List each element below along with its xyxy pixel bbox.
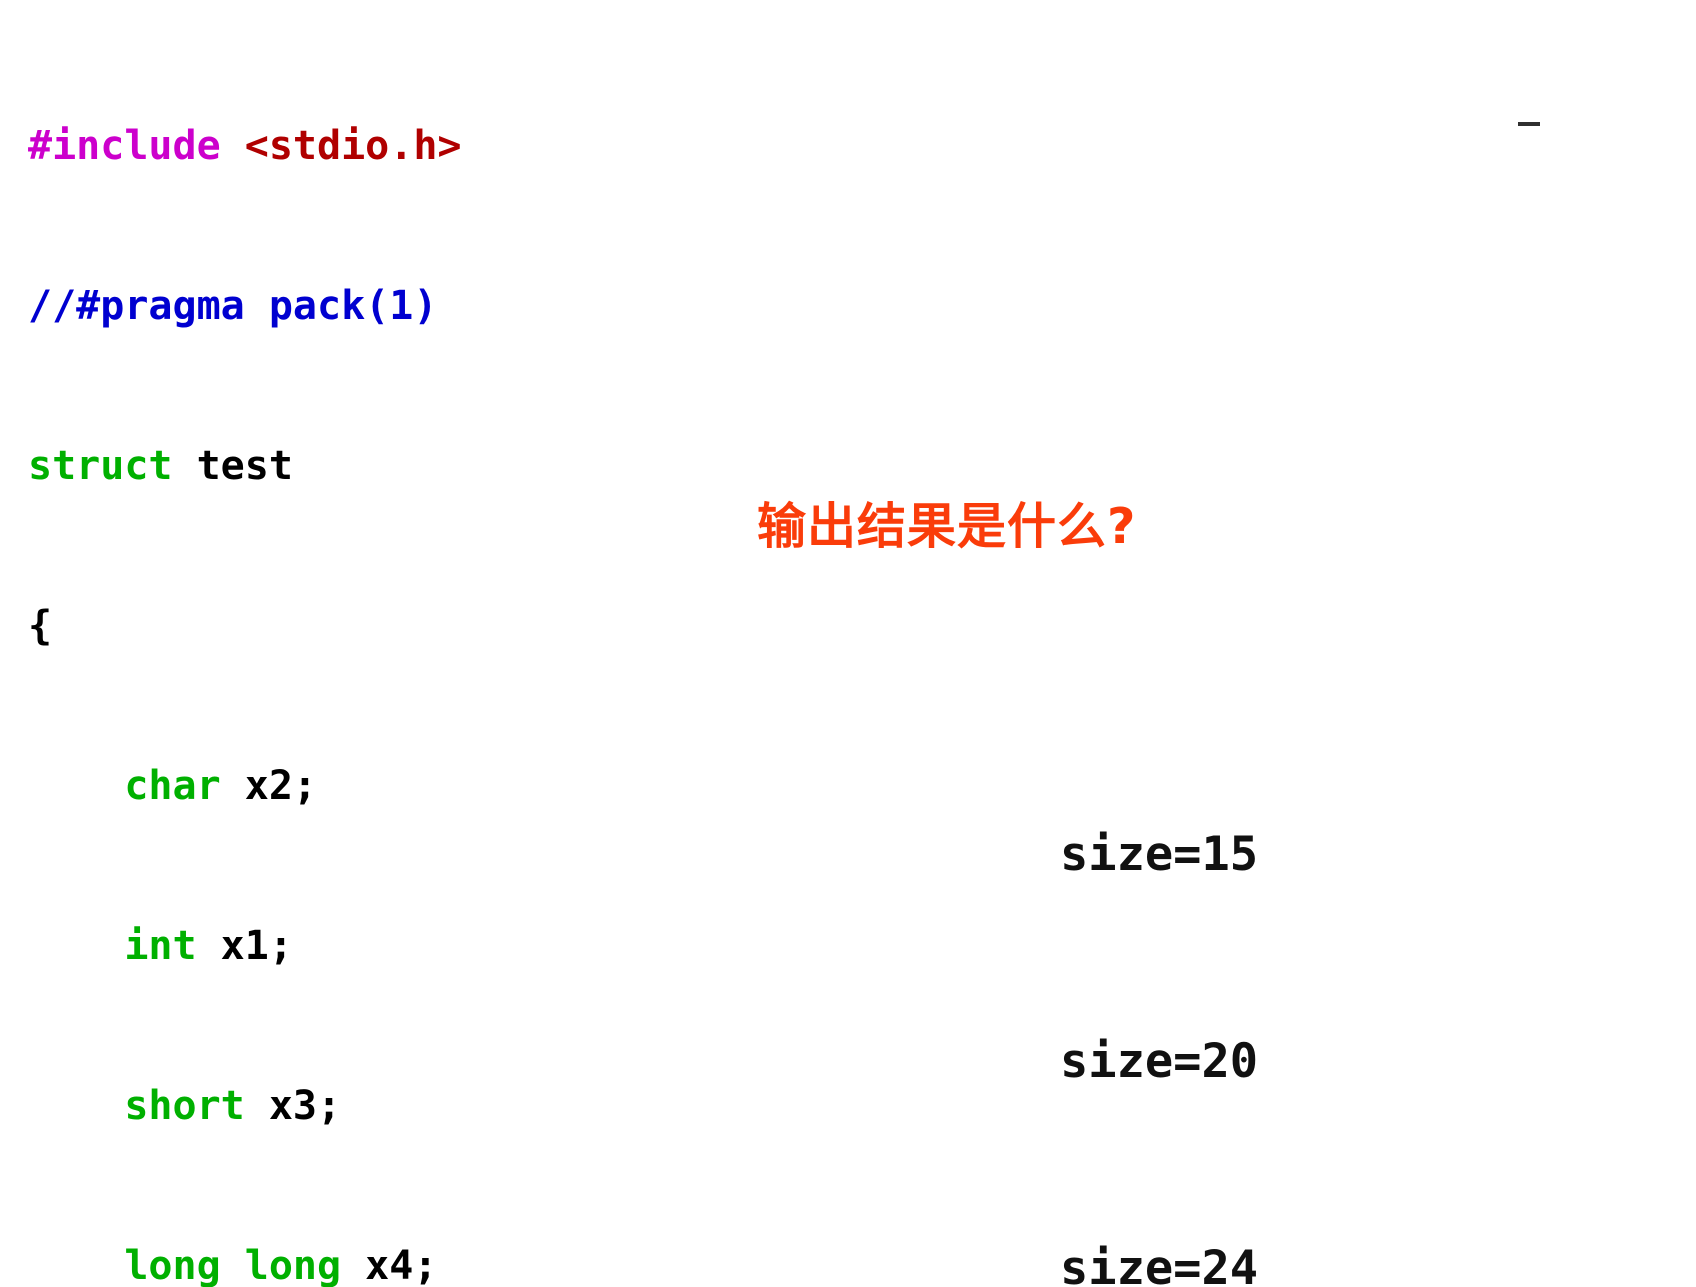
struct-name-test-token: test	[196, 443, 293, 489]
keyword-char-token: char	[124, 763, 221, 809]
code-line: #include <stdio.h>	[28, 126, 1528, 166]
keyword-long-token: long	[244, 1243, 342, 1287]
keyword-long-token: long	[124, 1243, 221, 1287]
code-listing: #include <stdio.h> //#pragma pack(1) str…	[28, 6, 1528, 1287]
code-line: struct test	[28, 446, 1528, 486]
code-line: char x2;	[28, 766, 1528, 806]
output-line: size=20	[1060, 1034, 1259, 1089]
semicolon: ;	[413, 1243, 438, 1287]
pragma-comment-token: //#pragma pack(1)	[28, 283, 438, 329]
code-line: long long x4;	[28, 1246, 1528, 1286]
include-directive-token: #include	[28, 123, 221, 169]
semicolon: ;	[292, 763, 318, 809]
question-annotation: 输出结果是什么?	[757, 498, 1137, 555]
code-line: short x3;	[28, 1086, 1528, 1126]
keyword-int-token: int	[124, 923, 197, 969]
corner-dash-mark	[1518, 122, 1540, 126]
field-x1-token: x1	[220, 923, 269, 969]
code-line: {	[28, 606, 1528, 646]
semicolon: ;	[317, 1083, 342, 1129]
field-x2-token: x2	[244, 763, 293, 809]
code-line: int x1;	[28, 926, 1528, 966]
semicolon: ;	[268, 923, 293, 969]
brace-open-token: {	[28, 603, 53, 649]
keyword-struct-token: struct	[28, 443, 173, 489]
program-output: size=15 size=20 size=24	[1060, 682, 1258, 1287]
output-line: size=24	[1060, 1241, 1259, 1287]
keyword-short-token: short	[124, 1083, 245, 1129]
code-line: //#pragma pack(1)	[28, 286, 1528, 326]
slide-canvas: #include <stdio.h> //#pragma pack(1) str…	[0, 0, 1696, 1287]
header-name-token: <stdio.h>	[244, 123, 462, 169]
field-x3-token: x3	[268, 1083, 318, 1129]
field-x4-token: x4	[365, 1243, 414, 1287]
output-line: size=15	[1060, 827, 1259, 882]
